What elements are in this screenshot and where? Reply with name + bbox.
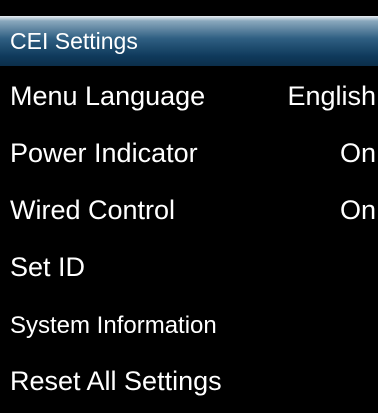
menu-item-reset-all-settings[interactable]: Reset All Settings [0,351,378,408]
settings-header: CEI Settings [0,16,378,66]
menu-item-value: On [339,138,376,168]
page-title: CEI Settings [10,28,138,54]
menu-item-power-indicator[interactable]: Power Indicator On [0,123,378,180]
menu-item-value: On [339,195,376,225]
menu-item-label: System Information [10,312,217,339]
menu-item-menu-language[interactable]: Menu Language English [0,66,378,123]
menu-item-value: English [287,81,376,111]
menu-item-label: Wired Control [10,195,176,225]
menu-item-label: Menu Language [10,81,206,111]
settings-menu: Menu Language English Power Indicator On… [0,66,378,408]
menu-item-set-id[interactable]: Set ID [0,237,378,294]
menu-item-label: Power Indicator [10,138,198,168]
menu-item-system-information[interactable]: System Information [0,294,378,351]
menu-item-label: Reset All Settings [10,366,222,396]
menu-item-label: Set ID [10,252,86,282]
top-strip [0,0,378,16]
menu-item-wired-control[interactable]: Wired Control On [0,180,378,237]
